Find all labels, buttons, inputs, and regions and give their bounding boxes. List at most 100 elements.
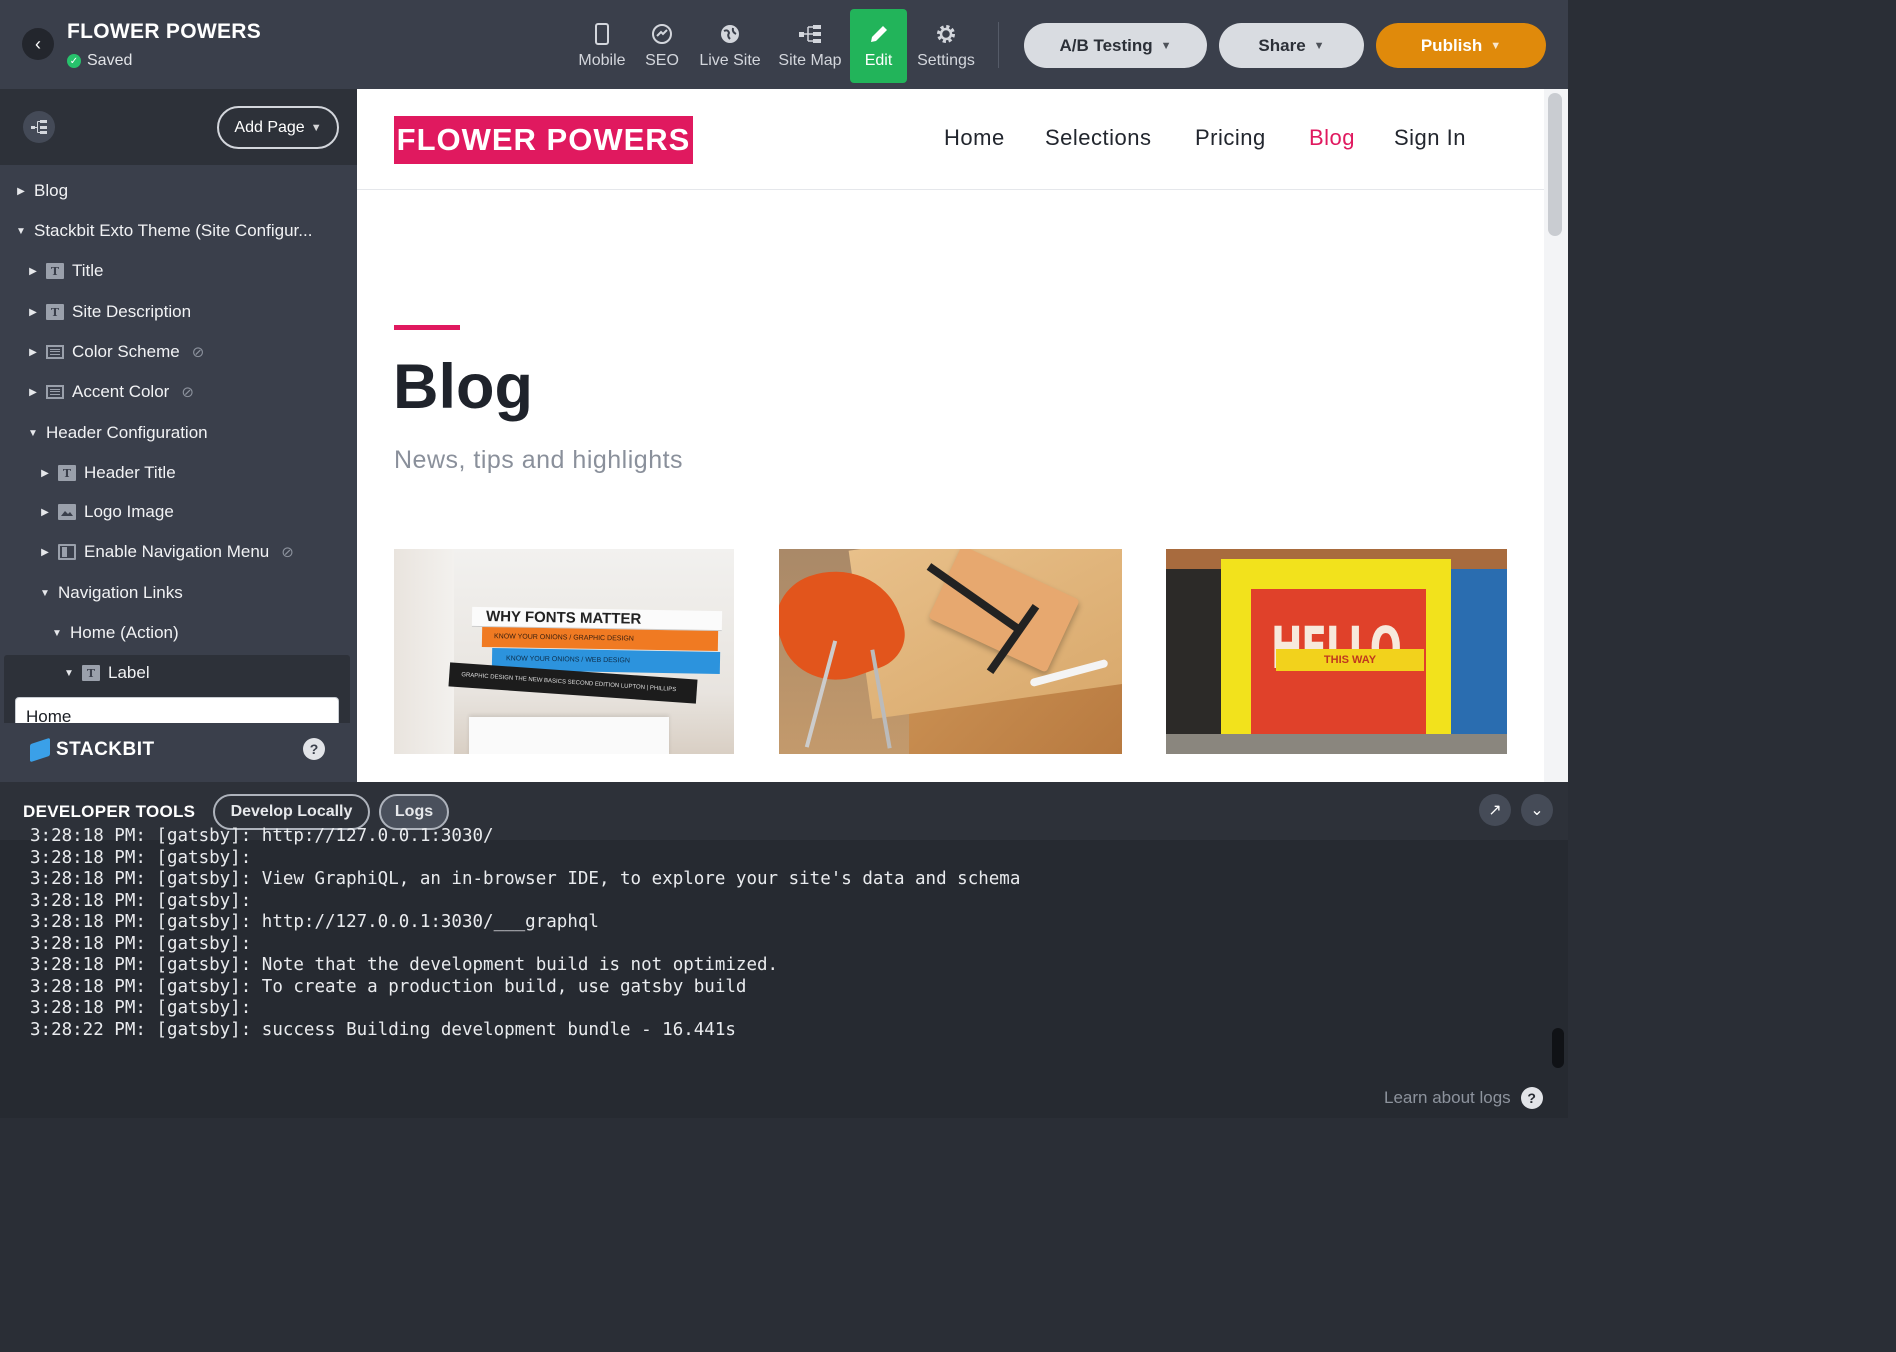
caret-right-icon: ▶ — [41, 546, 49, 558]
tree-node-enable-navigation-menu[interactable]: ▶ Enable Navigation Menu ⊘ — [40, 538, 294, 566]
help-icon[interactable]: ? — [303, 738, 325, 760]
tab-develop-locally[interactable]: Develop Locally — [213, 794, 370, 830]
tree-node-label-field[interactable]: ▼ T Label — [64, 659, 150, 687]
expand-icon[interactable]: ↗ — [1479, 794, 1511, 826]
tree-node-label: Blog — [34, 181, 69, 200]
eye-off-icon: ⊘ — [181, 384, 194, 401]
chevron-down-icon: ▼ — [1313, 39, 1325, 52]
settings-button[interactable]: Settings — [912, 9, 980, 83]
site-nav-selections[interactable]: Selections — [1045, 125, 1152, 151]
save-status: ✓ Saved — [67, 52, 132, 70]
tree-node-label: Stackbit Exto Theme (Site Configur... — [34, 221, 313, 240]
live-site-label: Live Site — [699, 52, 761, 69]
post-thumbnail-1[interactable]: WHY FONTS MATTER KNOW YOUR ONIONS / GRAP… — [394, 549, 734, 754]
tree-node-accent-color[interactable]: ▶ Accent Color ⊘ — [28, 378, 194, 406]
add-page-button[interactable]: Add Page ▼ — [217, 106, 339, 149]
check-icon: ✓ — [67, 54, 81, 68]
mobile-button[interactable]: Mobile — [574, 9, 630, 83]
tree-node-title[interactable]: ▶ T Title — [28, 257, 103, 285]
back-icon[interactable]: ‹ — [22, 28, 54, 60]
sidebar-footer: STACKBIT ? — [0, 723, 357, 782]
developer-tools-title: DEVELOPER TOOLS — [23, 802, 196, 821]
share-label: Share — [1258, 35, 1306, 55]
tree-node-logo-image[interactable]: ▶ Logo Image — [40, 498, 174, 526]
caret-down-icon: ▼ — [52, 627, 62, 639]
caret-right-icon: ▶ — [29, 265, 37, 277]
live-site-button[interactable]: Live Site — [694, 9, 766, 83]
mobile-label: Mobile — [578, 52, 626, 69]
tree-node-site-description[interactable]: ▶ T Site Description — [28, 298, 191, 326]
door-sign-banner: THIS WAY — [1276, 649, 1424, 671]
site-nav-sign-in[interactable]: Sign In — [1394, 125, 1466, 151]
text-field-icon: T — [46, 304, 64, 320]
log-scrollbar[interactable] — [1552, 1028, 1564, 1068]
book-title-2: KNOW YOUR ONIONS / GRAPHIC DESIGN — [481, 626, 719, 652]
tree-node-label: Enable Navigation Menu — [84, 542, 270, 561]
seo-icon — [650, 22, 674, 46]
stackbit-icon — [30, 737, 50, 763]
tree-node-header-configuration[interactable]: ▼ Header Configuration — [28, 419, 208, 447]
tree-node-header-title[interactable]: ▶ T Header Title — [40, 459, 176, 487]
list-field-icon — [46, 385, 64, 399]
mobile-icon — [590, 22, 614, 46]
caret-down-icon: ▼ — [40, 587, 50, 599]
list-field-icon — [46, 345, 64, 359]
sidebar: Add Page ▼ ▶ Blog ▼ Stackbit Exto Theme … — [0, 89, 357, 782]
tree-node-color-scheme[interactable]: ▶ Color Scheme ⊘ — [28, 338, 204, 366]
toolbar-divider — [998, 22, 999, 68]
tree-node-site-config[interactable]: ▼ Stackbit Exto Theme (Site Configur... — [16, 217, 312, 245]
text-field-icon: T — [46, 263, 64, 279]
chevron-down-icon: ▼ — [310, 121, 322, 134]
add-page-label: Add Page — [234, 118, 305, 136]
site-logo[interactable]: FLOWER POWERS — [394, 116, 693, 164]
edit-button[interactable]: Edit — [850, 9, 907, 83]
site-nav-pricing[interactable]: Pricing — [1195, 125, 1266, 151]
caret-down-icon: ▼ — [28, 427, 38, 439]
tree-node-label: Site Description — [72, 302, 192, 321]
post-thumbnail-3[interactable]: HELLO THIS WAY — [1166, 549, 1507, 754]
caret-down-icon: ▼ — [16, 225, 26, 237]
sidebar-header: Add Page ▼ — [0, 89, 357, 165]
tree-node-blog[interactable]: ▶ Blog — [16, 177, 68, 205]
ab-testing-label: A/B Testing — [1059, 35, 1153, 55]
site-nav-home[interactable]: Home — [944, 125, 1005, 151]
tree-node-label: Label — [108, 663, 150, 682]
top-bar: ‹ FLOWER POWERS ✓ Saved Mobile SEO Live … — [0, 0, 1568, 89]
door-sign-text: HELLO — [1271, 614, 1402, 682]
tree-node-home-action[interactable]: ▼ Home (Action) — [52, 619, 179, 647]
caret-right-icon: ▶ — [41, 506, 49, 518]
page-title: Blog — [393, 352, 533, 422]
globe-icon — [718, 22, 742, 46]
site-nav-blog[interactable]: Blog — [1309, 125, 1355, 151]
text-field-icon: T — [58, 465, 76, 481]
tree-node-navigation-links[interactable]: ▼ Navigation Links — [40, 579, 183, 607]
tree-node-label: Home (Action) — [70, 623, 179, 642]
publish-button[interactable]: Publish ▼ — [1376, 23, 1546, 68]
page-subtitle: News, tips and highlights — [394, 446, 684, 474]
eye-off-icon: ⊘ — [281, 544, 294, 561]
caret-right-icon: ▶ — [29, 306, 37, 318]
tree-node-label: Logo Image — [84, 502, 174, 521]
developer-tools-panel: DEVELOPER TOOLS Develop Locally Logs ↗ ⌄… — [0, 782, 1568, 1118]
share-button[interactable]: Share ▼ — [1219, 23, 1364, 68]
preview-scrollbar[interactable] — [1548, 93, 1562, 236]
post-thumbnail-2[interactable] — [779, 549, 1122, 754]
collapse-icon[interactable]: ⌄ — [1521, 794, 1553, 826]
tree-node-label: Color Scheme — [72, 342, 180, 361]
tab-logs[interactable]: Logs — [379, 794, 449, 830]
sitemap-icon — [798, 22, 822, 46]
site-header-divider — [357, 189, 1544, 190]
caret-right-icon: ▶ — [29, 346, 37, 358]
tree-node-label: Accent Color — [72, 382, 170, 401]
tree-node-label: Navigation Links — [58, 583, 183, 602]
ab-testing-button[interactable]: A/B Testing ▼ — [1024, 23, 1207, 68]
site-map-button[interactable]: Site Map — [774, 9, 846, 83]
tree-node-label: Header Title — [84, 463, 176, 482]
pencil-icon — [867, 22, 891, 46]
toggle-field-icon — [58, 544, 76, 560]
seo-button[interactable]: SEO — [642, 9, 682, 83]
log-output: 3:28:18 PM: [gatsby]: http://127.0.0.1:3… — [30, 826, 1021, 1040]
learn-about-logs-link[interactable]: Learn about logs ? — [1384, 1087, 1543, 1109]
tree-view-icon[interactable] — [23, 111, 55, 143]
chevron-down-icon: ▼ — [1490, 39, 1502, 52]
